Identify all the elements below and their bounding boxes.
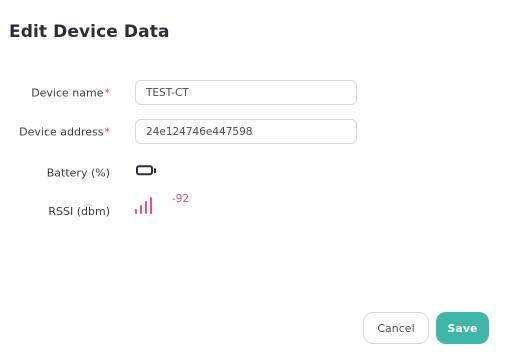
signal-bars-icon xyxy=(135,196,155,214)
cancel-button[interactable]: Cancel xyxy=(363,312,429,344)
device-name-row: Device name* xyxy=(0,80,507,106)
device-address-label: Device address* xyxy=(19,126,110,139)
device-name-input[interactable] xyxy=(135,80,357,105)
dialog-title: Edit Device Data xyxy=(9,22,170,42)
device-name-label-text: Device name xyxy=(31,86,104,100)
battery-row: Battery (%) xyxy=(0,160,507,186)
signal-bar-3 xyxy=(145,201,147,214)
battery-label: Battery (%) xyxy=(46,166,110,180)
save-button[interactable]: Save xyxy=(436,312,489,344)
battery-icon-body xyxy=(136,165,153,176)
device-address-label-text: Device address xyxy=(19,125,104,139)
signal-bar-1 xyxy=(135,209,137,214)
required-marker: * xyxy=(104,86,111,100)
signal-bar-2 xyxy=(140,205,142,214)
rssi-label: RSSI (dbm) xyxy=(48,205,110,219)
battery-icon-tip xyxy=(154,168,156,174)
rssi-row: RSSI (dbm) -92 xyxy=(0,193,507,222)
device-address-row: Device address* xyxy=(0,119,507,145)
edit-device-dialog: Edit Device Data Device name* Device add… xyxy=(0,0,507,361)
rssi-value: -92 xyxy=(172,193,190,205)
required-marker: * xyxy=(104,125,111,139)
device-address-input[interactable] xyxy=(135,119,357,144)
signal-bar-4 xyxy=(150,197,152,214)
battery-icon xyxy=(136,165,156,176)
device-name-label: Device name* xyxy=(31,87,110,100)
